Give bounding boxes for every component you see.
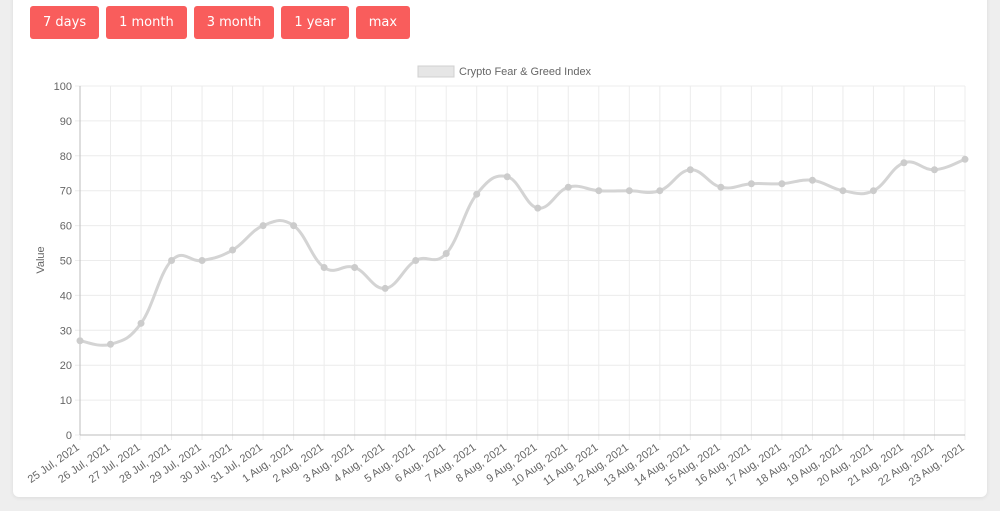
data-point[interactable] xyxy=(76,337,84,345)
y-tick-label: 90 xyxy=(60,116,72,128)
data-point[interactable] xyxy=(686,166,694,174)
y-tick-label: 50 xyxy=(60,256,72,268)
data-point[interactable] xyxy=(778,180,786,188)
data-point[interactable] xyxy=(961,155,969,163)
y-tick-label: 30 xyxy=(60,325,72,337)
data-point[interactable] xyxy=(137,319,145,327)
series-line xyxy=(79,157,966,347)
grid-lines xyxy=(75,85,966,440)
legend-swatch xyxy=(417,65,455,78)
data-point[interactable] xyxy=(473,190,481,198)
data-point[interactable] xyxy=(625,187,633,195)
data-point[interactable] xyxy=(534,204,542,212)
data-point[interactable] xyxy=(412,257,420,264)
data-point[interactable] xyxy=(747,180,755,188)
y-tick-label: 20 xyxy=(60,360,72,372)
fear-greed-line-chart: Crypto Fear & Greed Index Value 0 10 20 30 4… xyxy=(26,65,969,489)
data-point[interactable] xyxy=(442,250,450,258)
data-point[interactable] xyxy=(351,263,359,271)
chart-legend[interactable]: Crypto Fear & Greed Index xyxy=(417,65,592,78)
data-point[interactable] xyxy=(869,187,877,195)
y-tick-label: 40 xyxy=(60,290,72,302)
data-point[interactable] xyxy=(229,246,237,254)
data-point[interactable] xyxy=(564,183,572,191)
data-point[interactable] xyxy=(717,183,725,191)
data-points xyxy=(76,155,969,348)
data-point[interactable] xyxy=(900,159,908,167)
y-tick-label: 80 xyxy=(60,151,72,163)
legend-label: Crypto Fear & Greed Index xyxy=(459,66,592,78)
data-point[interactable] xyxy=(290,222,298,230)
y-tick-label: 10 xyxy=(60,395,72,407)
data-point[interactable] xyxy=(930,166,938,174)
data-point[interactable] xyxy=(595,187,603,195)
data-point[interactable] xyxy=(503,173,511,181)
y-tick-label: 100 xyxy=(54,81,72,93)
y-tick-label: 60 xyxy=(60,221,72,233)
data-point[interactable] xyxy=(656,187,664,195)
y-tick-label: 0 xyxy=(66,430,72,442)
data-point[interactable] xyxy=(198,257,206,264)
data-point[interactable] xyxy=(839,187,847,195)
y-axis-ticks: 0 10 20 30 40 50 60 70 80 90 100 xyxy=(54,81,72,442)
data-point[interactable] xyxy=(808,176,816,184)
y-tick-label: 70 xyxy=(60,186,72,198)
data-point[interactable] xyxy=(259,222,267,230)
y-axis-title: Value xyxy=(35,246,47,273)
data-point[interactable] xyxy=(381,284,389,292)
x-axis-ticks: 25 Jul, 202126 Jul, 202127 Jul, 202128 J… xyxy=(26,442,967,489)
data-point[interactable] xyxy=(107,340,115,348)
data-point[interactable] xyxy=(168,257,176,264)
data-point[interactable] xyxy=(320,263,328,271)
